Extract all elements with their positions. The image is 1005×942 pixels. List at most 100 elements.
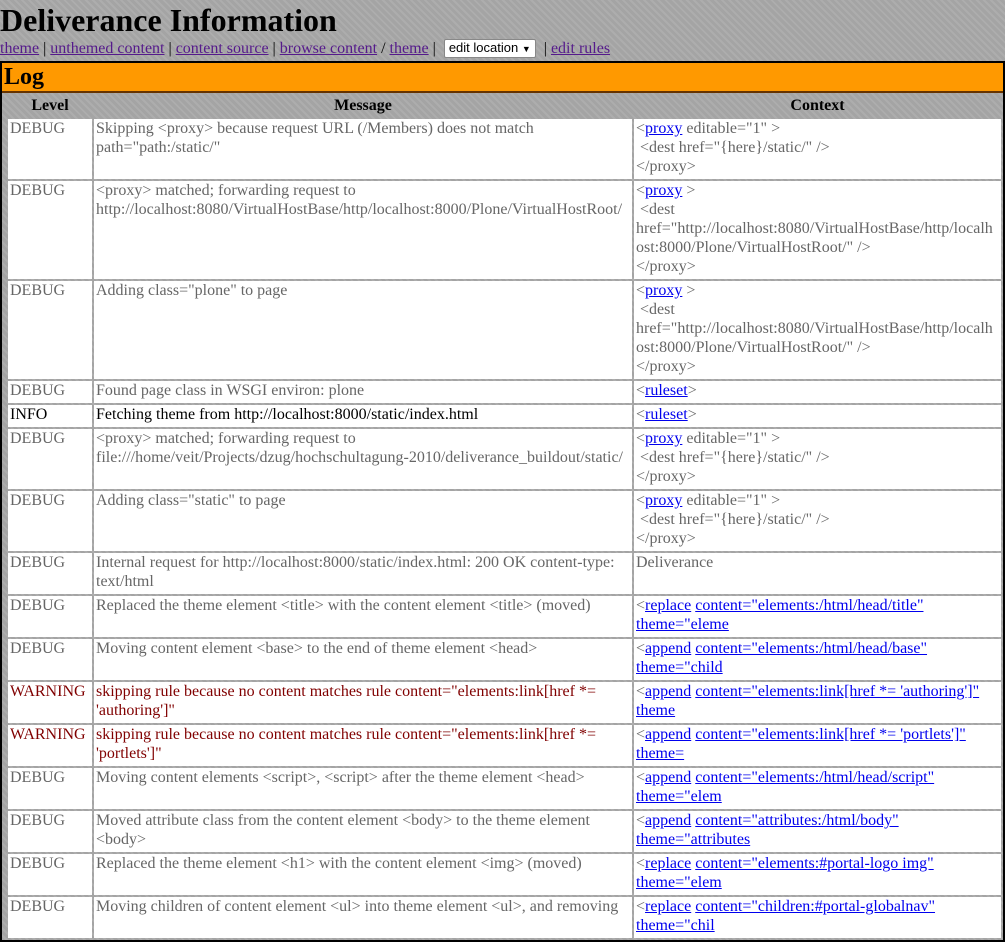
context-text: < [636, 769, 646, 786]
log-message: Replaced the theme element <title> with … [94, 596, 632, 637]
context-text: <dest href="http://localhost:8080/Virtua… [636, 201, 993, 256]
nav-bar: theme | unthemed content | content sourc… [0, 38, 1005, 60]
log-row: DEBUG Adding class="plone" to page <proxy … [8, 281, 1001, 379]
context-link[interactable]: append [645, 812, 691, 829]
log-level: WARNING [8, 682, 92, 723]
log-level: DEBUG [8, 119, 92, 179]
context-link[interactable]: theme= [636, 745, 684, 762]
context-link[interactable]: ruleset [645, 406, 688, 423]
context-line: <append content="attributes:/html/body" … [636, 811, 999, 849]
edit-rules-link[interactable]: edit rules [551, 40, 610, 57]
browse-theme-link[interactable]: theme [390, 40, 429, 57]
context-text: < [636, 898, 646, 915]
log-context: <append content="elements:/html/head/bas… [634, 639, 1001, 680]
context-text [923, 597, 927, 614]
context-text: < [636, 406, 646, 423]
context-link[interactable]: theme [636, 702, 675, 719]
context-line: <append content="elements:link[href *= '… [636, 725, 999, 763]
context-text: <dest href="http://localhost:8080/Virtua… [636, 301, 993, 356]
log-row: DEBUG <proxy> matched; forwarding request… [8, 429, 1001, 489]
log-level: INFO [8, 405, 92, 427]
context-link[interactable]: content="elements:/html/head/script" [695, 769, 934, 786]
log-context: <ruleset> [634, 381, 1001, 403]
log-row: DEBUG Moving content elements <script>, <… [8, 768, 1001, 809]
context-line: </proxy> [636, 357, 999, 376]
log-level: DEBUG [8, 854, 92, 895]
context-text: < [636, 492, 646, 509]
context-link[interactable]: content="elements:link[href *= 'portlets… [695, 726, 966, 743]
context-link[interactable]: proxy [645, 430, 682, 447]
log-level: DEBUG [8, 181, 92, 279]
unthemed-content-link[interactable]: unthemed content [50, 40, 164, 57]
context-line: <replace content="elements:/html/head/ti… [636, 596, 999, 634]
log-message: skipping rule because no content matches… [94, 725, 632, 766]
context-text: </proxy> [636, 258, 696, 275]
context-line: <proxy editable="1" > [636, 429, 999, 448]
context-link[interactable]: content="elements:link[href *= 'authorin… [695, 683, 979, 700]
context-link[interactable]: append [645, 769, 691, 786]
context-link[interactable]: content="elements:#portal-logo img" [695, 855, 933, 872]
log-message: Fetching theme from http://localhost:800… [94, 405, 632, 427]
context-text: > [687, 382, 697, 399]
context-text [927, 640, 931, 657]
edit-location-select[interactable]: edit location ▼ [443, 39, 536, 58]
context-link[interactable]: theme="elem [636, 874, 722, 891]
context-link[interactable]: append [645, 726, 691, 743]
separator: | [168, 40, 172, 57]
log-message: Replaced the theme element <h1> with the… [94, 854, 632, 895]
log-level: DEBUG [8, 491, 92, 551]
log-level: DEBUG [8, 429, 92, 489]
context-line: </proxy> [636, 157, 999, 176]
context-link[interactable]: theme="elem [636, 788, 722, 805]
context-line: <append content="elements:/html/head/scr… [636, 768, 999, 806]
context-link[interactable]: replace [645, 898, 691, 915]
log-row: DEBUG Replaced the theme element <title> … [8, 596, 1001, 637]
context-link[interactable]: theme="attributes [636, 831, 750, 848]
context-link[interactable]: replace [645, 597, 691, 614]
context-link[interactable]: ruleset [645, 382, 688, 399]
context-link[interactable]: proxy [645, 282, 682, 299]
log-message: Moving children of content element <ul> … [94, 897, 632, 938]
context-link[interactable]: theme="chil [636, 917, 715, 934]
log-row: DEBUG Moved attribute class from the cont… [8, 811, 1001, 852]
context-link[interactable]: replace [645, 855, 691, 872]
context-line: <proxy editable="1" > [636, 491, 999, 510]
context-line: <append content="elements:link[href *= '… [636, 682, 999, 720]
log-message: <proxy> matched; forwarding request to h… [94, 181, 632, 279]
log-title: Log [2, 63, 1003, 93]
page-title: Deliverance Information [0, 2, 337, 38]
log-context: <proxy > <dest href="http://localhost:80… [634, 181, 1001, 279]
log-context: <replace content="elements:/html/head/ti… [634, 596, 1001, 637]
context-link[interactable]: content="elements:/html/head/title" [695, 597, 923, 614]
log-message: <proxy> matched; forwarding request to f… [94, 429, 632, 489]
context-link[interactable]: content="elements:/html/head/base" [695, 640, 927, 657]
log-row: DEBUG Moving children of content element … [8, 897, 1001, 938]
theme-link[interactable]: theme [0, 40, 39, 57]
context-text: </proxy> [636, 468, 696, 485]
context-link[interactable]: theme="child [636, 659, 723, 676]
chevron-down-icon: ▼ [521, 44, 531, 54]
context-line: <ruleset> [636, 381, 999, 400]
context-text: > [682, 182, 696, 199]
context-text: > [682, 282, 696, 299]
log-level: DEBUG [8, 381, 92, 403]
log-table: Level Message Context DEBUG Skipping <pro… [6, 93, 1003, 940]
context-link[interactable]: proxy [645, 492, 682, 509]
browse-content-link[interactable]: browse content [280, 40, 377, 57]
context-link[interactable]: content="children:#portal-globalnav" [695, 898, 935, 915]
context-link[interactable]: content="attributes:/html/body" [695, 812, 898, 829]
context-text: Deliverance [636, 554, 714, 571]
context-link[interactable]: append [645, 683, 691, 700]
context-link[interactable]: proxy [645, 182, 682, 199]
context-text: < [636, 812, 646, 829]
content-source-link[interactable]: content source [176, 40, 269, 57]
context-link[interactable]: theme="eleme [636, 616, 729, 633]
log-message: Moved attribute class from the content e… [94, 811, 632, 852]
log-header-row: Level Message Context [8, 95, 1001, 117]
context-text: <dest href="{here}/static/" /> [636, 139, 830, 156]
context-text: editable="1" > [682, 120, 781, 137]
context-link[interactable]: append [645, 640, 691, 657]
log-row: DEBUG Skipping <proxy> because request UR… [8, 119, 1001, 179]
context-link[interactable]: proxy [645, 120, 682, 137]
separator: | [543, 40, 547, 57]
